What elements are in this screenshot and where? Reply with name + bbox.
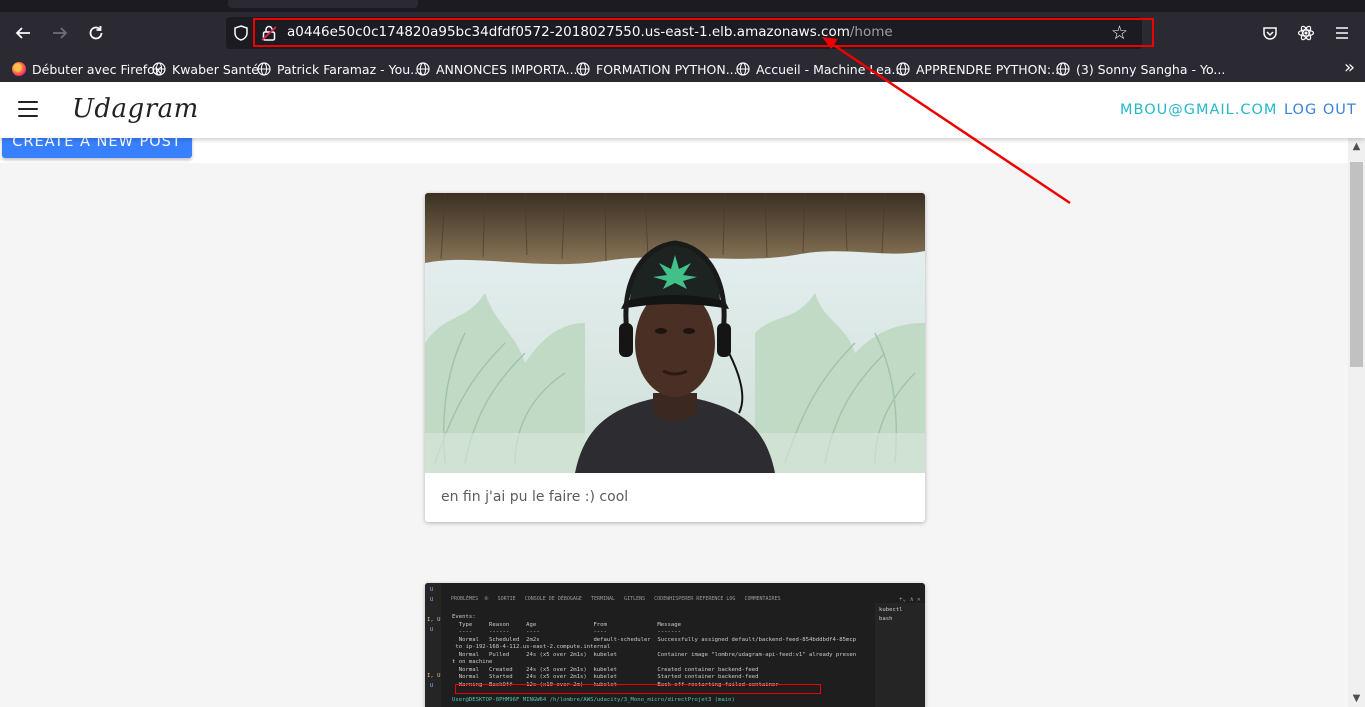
terminal-list: kubectl bash bbox=[875, 603, 925, 707]
bookmark-label: Patrick Faramaz - You... bbox=[277, 61, 423, 77]
post-image-terminal: U U I, U U I, U U PROBLÈMES ⑥ SORTIE CON… bbox=[425, 583, 925, 707]
bookmark-label: FORMATION PYTHON... bbox=[596, 61, 738, 77]
brand-logo[interactable]: Udagram bbox=[72, 94, 199, 124]
terminal-line: to ip-192-168-4-112.us-east-2.compute.in… bbox=[452, 644, 611, 650]
url-text[interactable]: a0446e50c0c174820a95bc34dfdf0572-2018027… bbox=[287, 24, 893, 40]
create-post-strip bbox=[0, 138, 1348, 163]
logout-button[interactable]: LOG OUT bbox=[1284, 102, 1357, 118]
globe-icon bbox=[1056, 62, 1070, 76]
bookmark-item[interactable]: Accueil - Machine Lea... bbox=[736, 60, 903, 78]
bookmark-item[interactable]: Débuter avec Firefox bbox=[12, 60, 162, 78]
bookmark-star-icon[interactable]: ☆ bbox=[1111, 22, 1128, 44]
feed-item: U U I, U U I, U U PROBLÈMES ⑥ SORTIE CON… bbox=[425, 583, 925, 707]
bookmark-item[interactable]: Kwaber Santé bbox=[152, 60, 259, 78]
terminal-panel-tabs[interactable]: PROBLÈMES ⑥ SORTIE CONSOLE DE DÉBOGAGE T… bbox=[451, 596, 781, 602]
forward-button[interactable] bbox=[47, 20, 73, 46]
terminal-line: Normal Scheduled 2m2s default-scheduler … bbox=[452, 637, 857, 643]
hamburger-menu-icon[interactable] bbox=[1331, 22, 1353, 44]
browser-toolbar: a0446e50c0c174820a95bc34dfdf0572-2018027… bbox=[0, 12, 1365, 54]
globe-icon bbox=[416, 62, 430, 76]
globe-icon bbox=[257, 62, 271, 76]
arrow-left-icon bbox=[15, 27, 30, 39]
chevron-double-right-icon[interactable]: » bbox=[1344, 57, 1355, 78]
terminal-line: ---- ------ ---- ---- ------- bbox=[452, 629, 682, 635]
bookmark-label: APPRENDRE PYTHON:... bbox=[916, 61, 1063, 77]
extension-react-icon[interactable] bbox=[1295, 22, 1317, 44]
firefox-icon bbox=[12, 62, 26, 76]
terminal-list-item[interactable]: bash bbox=[879, 616, 892, 622]
globe-icon bbox=[576, 62, 590, 76]
post-caption: en fin j'ai pu le faire :) cool bbox=[441, 489, 629, 505]
selfie-photo bbox=[425, 193, 925, 473]
pocket-icon[interactable] bbox=[1259, 22, 1281, 44]
arrow-right-icon bbox=[53, 27, 68, 39]
back-button[interactable] bbox=[10, 20, 36, 46]
post-image bbox=[425, 193, 925, 473]
bookmark-item[interactable]: APPRENDRE PYTHON:... bbox=[896, 60, 1063, 78]
terminal-line: Normal Pulled 24s (x5 over 2m1s) kubelet… bbox=[452, 652, 857, 658]
scroll-down-arrow-icon[interactable]: ▼ bbox=[1348, 690, 1365, 707]
url-host: a0446e50c0c174820a95bc34dfdf0572-2018027… bbox=[287, 24, 850, 40]
create-post-button[interactable]: CREATE A NEW POST bbox=[2, 138, 192, 158]
url-path: /home bbox=[849, 24, 893, 40]
globe-icon bbox=[736, 62, 750, 76]
feed-item: en fin j'ai pu le faire :) cool bbox=[425, 193, 925, 522]
bookmark-item[interactable]: ANNONCES IMPORTA... bbox=[416, 60, 578, 78]
reload-button[interactable] bbox=[83, 20, 109, 46]
url-bar[interactable]: a0446e50c0c174820a95bc34dfdf0572-2018027… bbox=[226, 17, 1142, 49]
bookmark-item[interactable]: FORMATION PYTHON... bbox=[576, 60, 738, 78]
bookmark-label: (3) Sonny Sangha - Yo... bbox=[1076, 61, 1226, 77]
feed-content: CREATE A NEW POST en fin j'ai pu le fair… bbox=[0, 138, 1348, 707]
editor-gutter: U U I, U U I, U U bbox=[425, 583, 441, 707]
active-tab[interactable] bbox=[228, 0, 418, 8]
bookmark-label: Accueil - Machine Lea... bbox=[756, 61, 904, 77]
app-header: Udagram MBOU@GMAIL.COM LOG OUT bbox=[0, 82, 1365, 138]
globe-icon bbox=[896, 62, 910, 76]
bookmark-label: ANNONCES IMPORTA... bbox=[436, 61, 578, 77]
globe-icon bbox=[152, 62, 166, 76]
terminal-prompt: User@DESKTOP-8PHM96F MINGW64 /h/lombre/A… bbox=[452, 697, 735, 703]
terminal-line: Type Reason Age From Message bbox=[452, 622, 682, 628]
scroll-up-arrow-icon[interactable]: ▲ bbox=[1348, 138, 1365, 155]
insecure-lock-icon[interactable] bbox=[260, 24, 278, 42]
terminal-line: Normal Created 24s (x5 over 2m1s) kubele… bbox=[452, 667, 759, 673]
terminal-line: Events: bbox=[452, 614, 476, 620]
bookmark-label: Kwaber Santé bbox=[172, 61, 259, 77]
terminal-line: t on machine bbox=[452, 659, 493, 665]
scrollbar-thumb[interactable] bbox=[1350, 162, 1363, 367]
bookmarks-bar: Débuter avec Firefox Kwaber Santé Patric… bbox=[0, 54, 1365, 83]
panel-controls[interactable]: +⌄ ∧ ✕ bbox=[899, 596, 921, 603]
terminal-list-item[interactable]: kubectl bbox=[879, 607, 903, 613]
terminal-line: Normal Started 24s (x5 over 2m1s) kubele… bbox=[452, 674, 759, 680]
menu-icon[interactable] bbox=[18, 101, 38, 119]
warning-annotation-box bbox=[455, 684, 821, 694]
shield-icon[interactable] bbox=[232, 24, 250, 42]
tab-strip bbox=[0, 0, 1365, 12]
bookmark-label: Débuter avec Firefox bbox=[32, 61, 162, 77]
reload-icon bbox=[89, 26, 103, 40]
page-scrollbar[interactable]: ▲ ▼ bbox=[1348, 138, 1365, 707]
bookmark-item[interactable]: (3) Sonny Sangha - Yo... bbox=[1056, 60, 1225, 78]
bookmark-item[interactable]: Patrick Faramaz - You... bbox=[257, 60, 422, 78]
user-email-link[interactable]: MBOU@GMAIL.COM bbox=[1120, 102, 1277, 118]
